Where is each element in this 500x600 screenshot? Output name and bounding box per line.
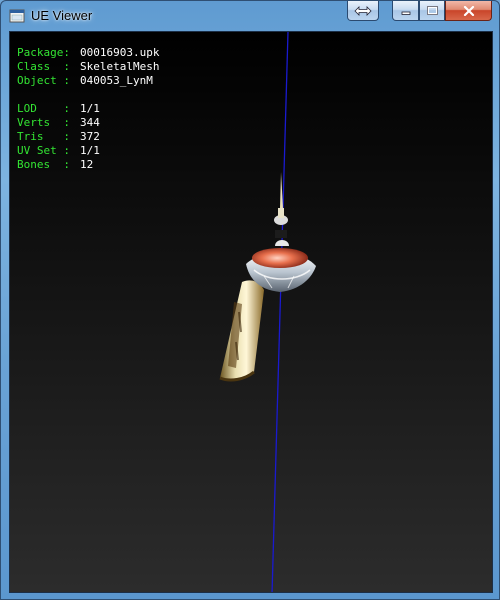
- swap-button[interactable]: [347, 1, 379, 21]
- stat-row-verts: Verts : 344: [17, 116, 100, 129]
- stat-row-bones: Bones : 12: [17, 158, 94, 171]
- close-button[interactable]: [445, 1, 492, 21]
- maximize-button[interactable]: [419, 1, 445, 21]
- minimize-icon: [401, 11, 410, 15]
- stat-row-uv-set: UV Set : 1/1: [17, 144, 100, 157]
- info-row-package: Package: 00016903.upk: [17, 46, 160, 59]
- vertical-axis-line: [271, 32, 289, 592]
- stat-row-tris: Tris : 372: [17, 130, 100, 143]
- maximize-icon: [426, 6, 438, 15]
- app-icon: [9, 9, 25, 23]
- stat-row-lod: LOD : 1/1: [17, 102, 100, 115]
- close-icon: [463, 5, 474, 16]
- minimize-button[interactable]: [392, 1, 419, 21]
- window-title: UE Viewer: [31, 8, 93, 23]
- swap-icon: [354, 5, 372, 16]
- title-bar[interactable]: UE Viewer: [1, 1, 499, 31]
- info-row-object: Object : 040053_LynM: [17, 74, 153, 87]
- mesh-info-panel: Package: 00016903.upk Class : SkeletalMe…: [17, 46, 159, 172]
- skeletal-mesh-model: [219, 172, 316, 382]
- app-window: UE Viewer Package: 00016903.upk Class: …: [0, 0, 500, 600]
- info-row-class: Class : SkeletalMesh: [17, 60, 160, 73]
- render-viewport[interactable]: Package: 00016903.upk Class : SkeletalMe…: [9, 31, 493, 593]
